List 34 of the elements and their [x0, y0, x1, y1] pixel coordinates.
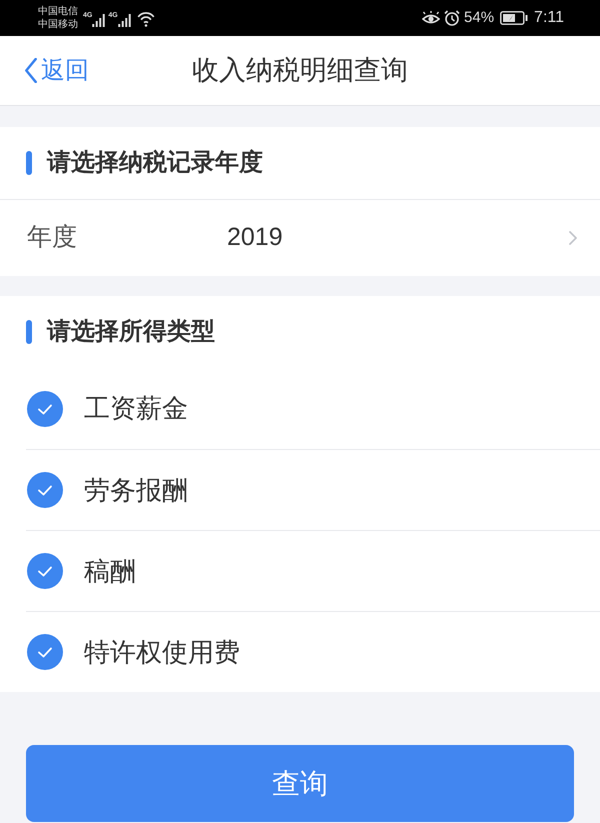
- field-value: 2019: [227, 222, 283, 254]
- wifi-icon: [136, 12, 155, 26]
- checked-circle-icon[interactable]: [27, 472, 63, 508]
- year-selector-row[interactable]: 年度 2019: [0, 200, 600, 276]
- page-title: 收入纳税明细查询: [192, 54, 408, 88]
- checked-circle-icon[interactable]: [27, 390, 63, 426]
- clock-time: 7:11: [534, 8, 564, 28]
- option-label: 劳务报酬: [84, 474, 188, 506]
- carrier-name: 中国移动: [38, 18, 78, 31]
- battery-percent: 54%: [464, 8, 494, 28]
- option-label: 特许权使用费: [84, 636, 240, 668]
- section-marker: [26, 151, 32, 175]
- chevron-left-icon: [24, 58, 38, 83]
- income-type-option[interactable]: 工资薪金: [26, 368, 600, 449]
- section-marker: [26, 320, 32, 344]
- battery-icon: [500, 11, 528, 25]
- query-button[interactable]: 查询: [26, 745, 574, 822]
- signal-icon: [92, 14, 106, 26]
- back-button[interactable]: 返回: [24, 52, 89, 88]
- eye-icon: [422, 11, 440, 25]
- checked-circle-icon[interactable]: [27, 634, 63, 670]
- option-label: 工资薪金: [84, 392, 188, 425]
- option-label: 稿酬: [84, 554, 136, 588]
- carrier-name: 中国电信: [38, 5, 78, 18]
- income-type-option[interactable]: 特许权使用费: [26, 611, 600, 692]
- chevron-right-icon: [568, 231, 578, 245]
- alarm-icon: [444, 10, 460, 26]
- signal-icon: [118, 14, 131, 26]
- checked-circle-icon[interactable]: [27, 553, 63, 589]
- income-type-option[interactable]: 劳务报酬: [26, 449, 600, 530]
- section-heading: 请选择所得类型: [47, 317, 215, 347]
- income-type-option[interactable]: 稿酬: [26, 530, 600, 611]
- field-label: 年度: [27, 222, 78, 254]
- section-heading: 请选择纳税记录年度: [47, 148, 263, 178]
